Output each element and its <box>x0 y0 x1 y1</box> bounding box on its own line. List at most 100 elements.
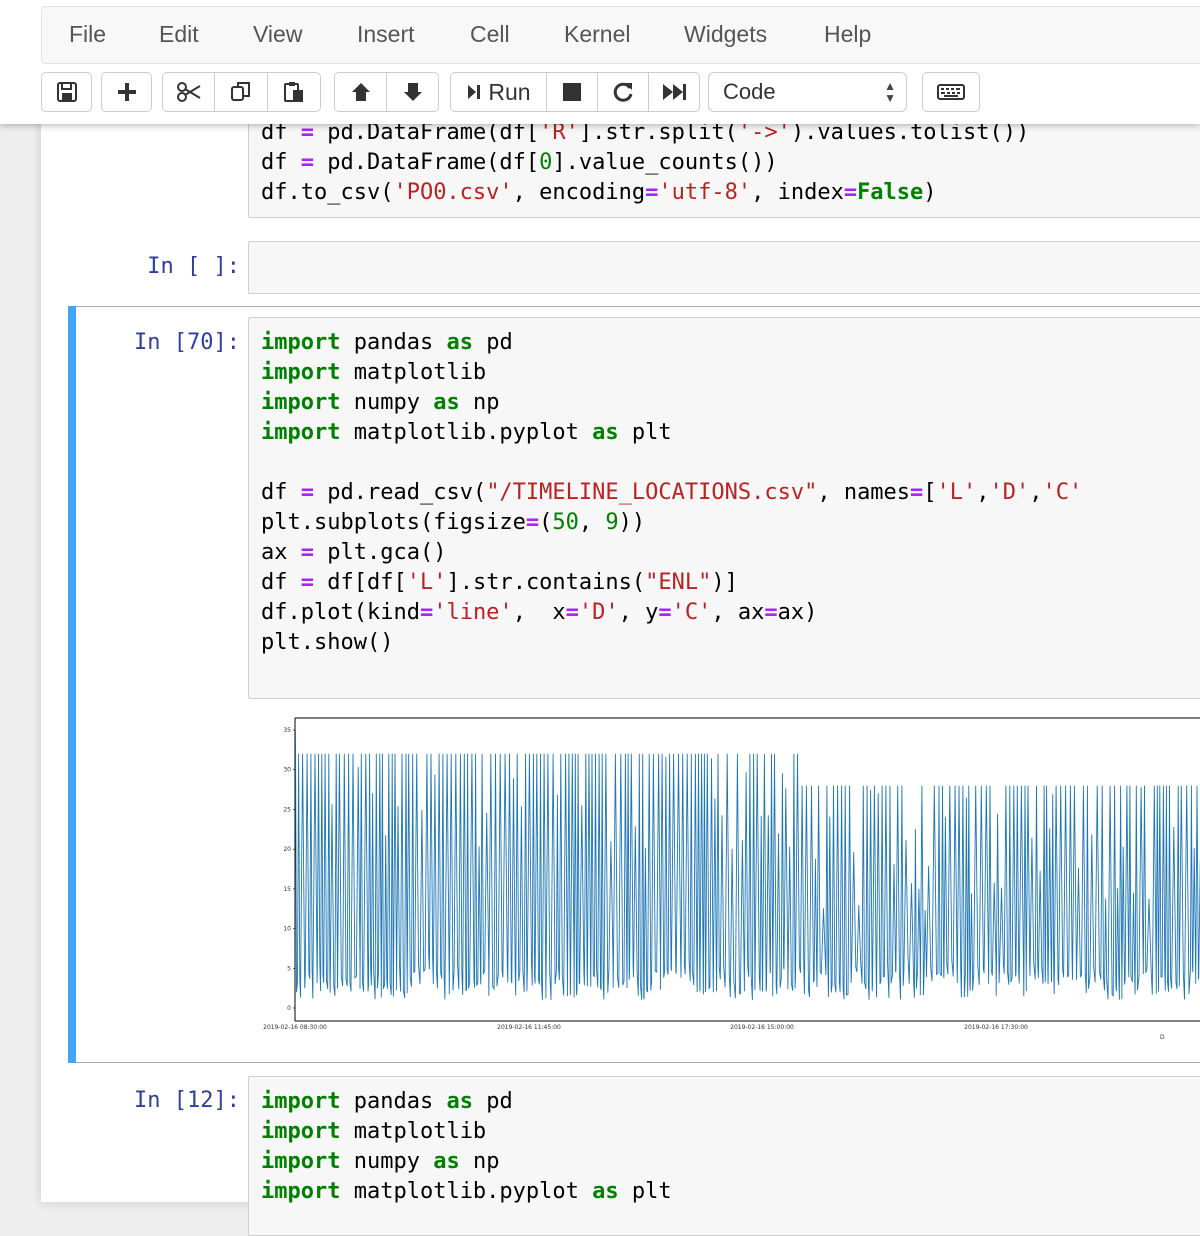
cut-icon <box>176 81 202 103</box>
menu-widgets[interactable]: Widgets <box>684 21 767 48</box>
save-icon <box>56 81 78 103</box>
restart-button[interactable] <box>597 72 649 112</box>
code-token: , x <box>513 600 566 625</box>
code-token: df[df[ <box>314 570 407 595</box>
x-ticks: 2019-02-16 08:30:002019-02-16 11:45:0020… <box>263 1024 1028 1031</box>
code-editor[interactable]: import pandas as pdimport matplotlibimpo… <box>261 1087 672 1207</box>
code-token: 9 <box>605 510 618 535</box>
run-label: Run <box>488 79 530 106</box>
code-token: 'utf-8' <box>658 180 751 205</box>
code-token: ].value_counts()) <box>552 150 777 175</box>
command-palette-button[interactable] <box>922 72 980 112</box>
code-token: , encoding <box>513 180 645 205</box>
y-tick-label: 10 <box>283 926 291 933</box>
code-token: matplotlib <box>340 360 486 385</box>
code-line: df = df[df['L'].str.contains("ENL")] <box>261 568 1082 598</box>
code-token: df.plot(kind <box>261 600 420 625</box>
code-line: df.plot(kind='line', x='D', y='C', ax=ax… <box>261 598 1082 628</box>
code-token: import <box>261 1149 340 1174</box>
code-token: import <box>261 330 340 355</box>
code-token: = <box>658 600 671 625</box>
menu-edit[interactable]: Edit <box>159 21 199 48</box>
code-token: as <box>433 1149 460 1174</box>
code-token: ax) <box>778 600 818 625</box>
code-token: matplotlib.pyplot <box>340 1179 592 1204</box>
code-token: , ax <box>711 600 764 625</box>
code-token: as <box>592 420 619 445</box>
code-token: = <box>301 540 314 565</box>
code-token: 'D' <box>579 600 619 625</box>
menu-cell[interactable]: Cell <box>470 21 510 48</box>
cell-prompt: In [ ]: <box>100 254 240 279</box>
notebook-header: File Edit View Insert Cell Kernel Widget… <box>0 0 1200 124</box>
cell-prompt: In [12]: <box>80 1088 240 1113</box>
code-token: = <box>301 570 314 595</box>
code-token: = <box>301 480 314 505</box>
code-line: plt.subplots(figsize=(50, 9)) <box>261 508 1082 538</box>
copy-icon <box>229 80 253 104</box>
move-up-button[interactable] <box>334 72 387 112</box>
code-line: df = pd.read_csv("/TIMELINE_LOCATIONS.cs… <box>261 478 1082 508</box>
code-cell-input[interactable]: import pandas as pdimport matplotlibimpo… <box>248 1076 1200 1236</box>
code-token: np <box>460 390 500 415</box>
move-down-button[interactable] <box>386 72 439 112</box>
insert-cell-button[interactable] <box>101 72 152 112</box>
code-token: = <box>764 600 777 625</box>
code-token: matplotlib <box>340 1119 486 1144</box>
code-token: ].str.contains( <box>446 570 645 595</box>
code-token: pd <box>473 330 513 355</box>
code-token: plt <box>619 420 672 445</box>
plus-icon <box>116 81 138 103</box>
restart-run-all-button[interactable] <box>648 72 700 112</box>
y-tick-label: 30 <box>283 767 291 774</box>
paste-icon <box>282 80 306 104</box>
y-tick-label: 20 <box>283 846 291 853</box>
interrupt-button[interactable] <box>546 72 598 112</box>
cell-type-select[interactable]: Code ▲▼ <box>708 72 907 112</box>
code-line: import matplotlib <box>261 358 1082 388</box>
menu-help[interactable]: Help <box>824 21 871 48</box>
code-token: = <box>301 150 314 175</box>
fast-forward-icon <box>661 82 687 102</box>
code-editor[interactable]: df = pd.DataFrame(df['R'].str.split('->'… <box>261 118 1029 208</box>
code-token: df <box>261 570 301 595</box>
y-tick-label: 0 <box>287 1005 291 1012</box>
step-icon <box>466 82 482 102</box>
cut-button[interactable] <box>162 72 215 112</box>
paste-button[interactable] <box>267 72 321 112</box>
code-token: df.to_csv( <box>261 180 393 205</box>
copy-button[interactable] <box>214 72 268 112</box>
y-tick-label: 5 <box>287 965 291 972</box>
save-button[interactable] <box>41 72 92 112</box>
code-token: pandas <box>340 330 446 355</box>
code-token: as <box>592 1179 619 1204</box>
code-token: , y <box>619 600 659 625</box>
move-button-group <box>334 72 439 112</box>
menu-view[interactable]: View <box>253 21 302 48</box>
code-token: "/TIMELINE_LOCATIONS.csv" <box>486 480 817 505</box>
code-token: 'C' <box>672 600 712 625</box>
code-editor[interactable]: import pandas as pdimport matplotlibimpo… <box>261 328 1082 658</box>
code-line: import matplotlib.pyplot as plt <box>261 418 1082 448</box>
menu-kernel[interactable]: Kernel <box>564 21 630 48</box>
code-token: = <box>844 180 857 205</box>
code-token: 'PO0.csv' <box>393 180 512 205</box>
code-token: )] <box>711 570 738 595</box>
code-cell-input[interactable] <box>248 241 1200 294</box>
keyboard-icon <box>937 83 965 101</box>
run-button[interactable]: Run <box>450 72 547 112</box>
code-token: df <box>261 480 301 505</box>
code-token: df <box>261 150 301 175</box>
code-token: import <box>261 390 340 415</box>
code-cell-input[interactable]: import pandas as pdimport matplotlibimpo… <box>248 317 1200 699</box>
code-token: [ <box>923 480 936 505</box>
y-ticks: 05101520253035 <box>283 727 295 1012</box>
code-token: = <box>526 510 539 535</box>
menu-insert[interactable]: Insert <box>357 21 415 48</box>
menu-file[interactable]: File <box>69 21 106 48</box>
code-token: plt.subplots(figsize <box>261 510 526 535</box>
code-line: df = pd.DataFrame(df[0].value_counts()) <box>261 148 1029 178</box>
code-token: , <box>579 510 606 535</box>
code-line: import pandas as pd <box>261 1087 672 1117</box>
cell-type-value: Code <box>723 79 776 104</box>
